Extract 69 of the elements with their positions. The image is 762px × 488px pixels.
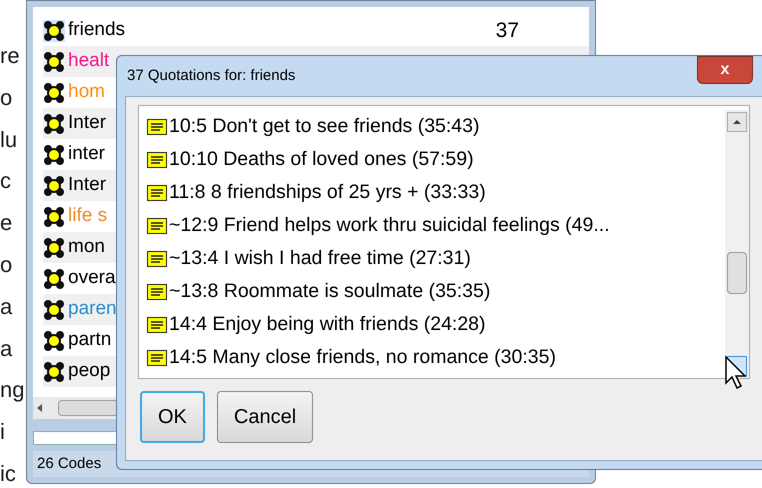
code-count-status: 26 Codes <box>37 454 102 474</box>
dialog-button[interactable]: Cancel <box>216 391 314 443</box>
quotation-row[interactable]: 10:5 Don't get to see friends (35:43) <box>147 110 725 143</box>
quotation-text: 14:4 Enjoy being with friends (24:28) <box>169 312 486 337</box>
code-name: overa <box>68 266 116 290</box>
code-icon <box>43 50 65 72</box>
code-name: paren <box>68 297 117 322</box>
code-icon <box>43 330 65 352</box>
quotation-text: ~13:8 Roommate is soulmate (35:35) <box>169 278 490 304</box>
quotation-text: ~12:9 Friend helps work thru suicidal feelings (49... <box>169 212 610 238</box>
code-name: peop <box>68 359 110 384</box>
code-name: Inter <box>68 173 106 198</box>
code-name: life s <box>68 204 108 228</box>
code-name: hom <box>68 80 105 104</box>
background-text: lu <box>0 128 18 151</box>
code-name: healt <box>68 49 110 74</box>
background-text: c <box>0 170 12 192</box>
scroll-left-icon <box>37 404 42 412</box>
code-icon <box>43 268 65 290</box>
quotation-text: 14:5 Many close friends, no romance (30:35) <box>169 344 556 370</box>
quotation-icon <box>147 218 167 234</box>
code-icon <box>43 174 65 196</box>
quotation-icon <box>147 316 167 332</box>
quotation-row[interactable]: 10:10 Deaths of loved ones (57:59) <box>147 143 725 176</box>
code-name: Inter <box>68 111 106 136</box>
quotation-text: 10:10 Deaths of loved ones (57:59) <box>169 146 474 172</box>
code-count: 37 <box>496 18 519 44</box>
background-text: o <box>0 86 14 109</box>
background-text: ic <box>0 462 17 485</box>
code-icon <box>43 236 65 258</box>
code-icon <box>43 112 65 134</box>
background-text: e <box>0 212 14 234</box>
close-button[interactable]: x <box>697 56 753 84</box>
quotation-icon <box>147 152 167 168</box>
quotation-row[interactable]: ~13:4 I wish I had free time (27:31) <box>147 242 725 275</box>
code-icon <box>43 144 65 166</box>
dialog-title: 37 Quotations for: friends <box>127 66 296 86</box>
background-text: a <box>0 296 14 318</box>
quotation-text: ~13:4 I wish I had free time (27:31) <box>169 246 471 271</box>
quotation-icon <box>147 184 167 200</box>
code-icon <box>43 82 65 104</box>
quotation-icon <box>147 350 167 366</box>
code-name: partn <box>68 328 112 352</box>
quotation-row[interactable]: ~13:8 Roommate is soulmate (35:35) <box>147 275 725 308</box>
quotation-icon <box>147 118 167 134</box>
code-name: mon <box>68 235 105 260</box>
quotation-row[interactable]: 14:5 Many close friends, no romance (30:35) <box>147 341 725 374</box>
code-name: inter <box>68 142 105 166</box>
quotation-row[interactable]: ~12:9 Friend helps work thru suicidal feelings (49... <box>147 209 725 242</box>
quotation-icon <box>147 250 167 266</box>
quotation-text: 11:8 8 friendships of 25 yrs + (33:33) <box>169 180 486 205</box>
background-text: i <box>0 421 6 444</box>
code-name: friends <box>68 18 126 42</box>
scroll-up-icon[interactable] <box>727 112 747 132</box>
scrollbar-thumb[interactable] <box>727 252 747 294</box>
quotation-row[interactable]: 11:8 8 friendships of 25 yrs + (33:33) <box>147 176 725 209</box>
background-text: re <box>0 45 21 67</box>
background-text: ng <box>0 379 24 402</box>
quotation-icon <box>147 284 167 300</box>
quotation-text: 10:5 Don't get to see friends (35:43) <box>169 114 480 139</box>
code-icon <box>43 360 65 382</box>
code-icon <box>43 20 65 42</box>
dialog-button[interactable]: OK <box>140 391 205 443</box>
code-icon <box>43 298 65 320</box>
background-text: o <box>0 254 14 276</box>
background-text: a <box>0 338 14 360</box>
code-icon <box>43 206 65 228</box>
quotation-row[interactable]: 14:4 Enjoy being with friends (24:28) <box>147 308 725 341</box>
vertical-scrollbar[interactable] <box>725 110 749 378</box>
